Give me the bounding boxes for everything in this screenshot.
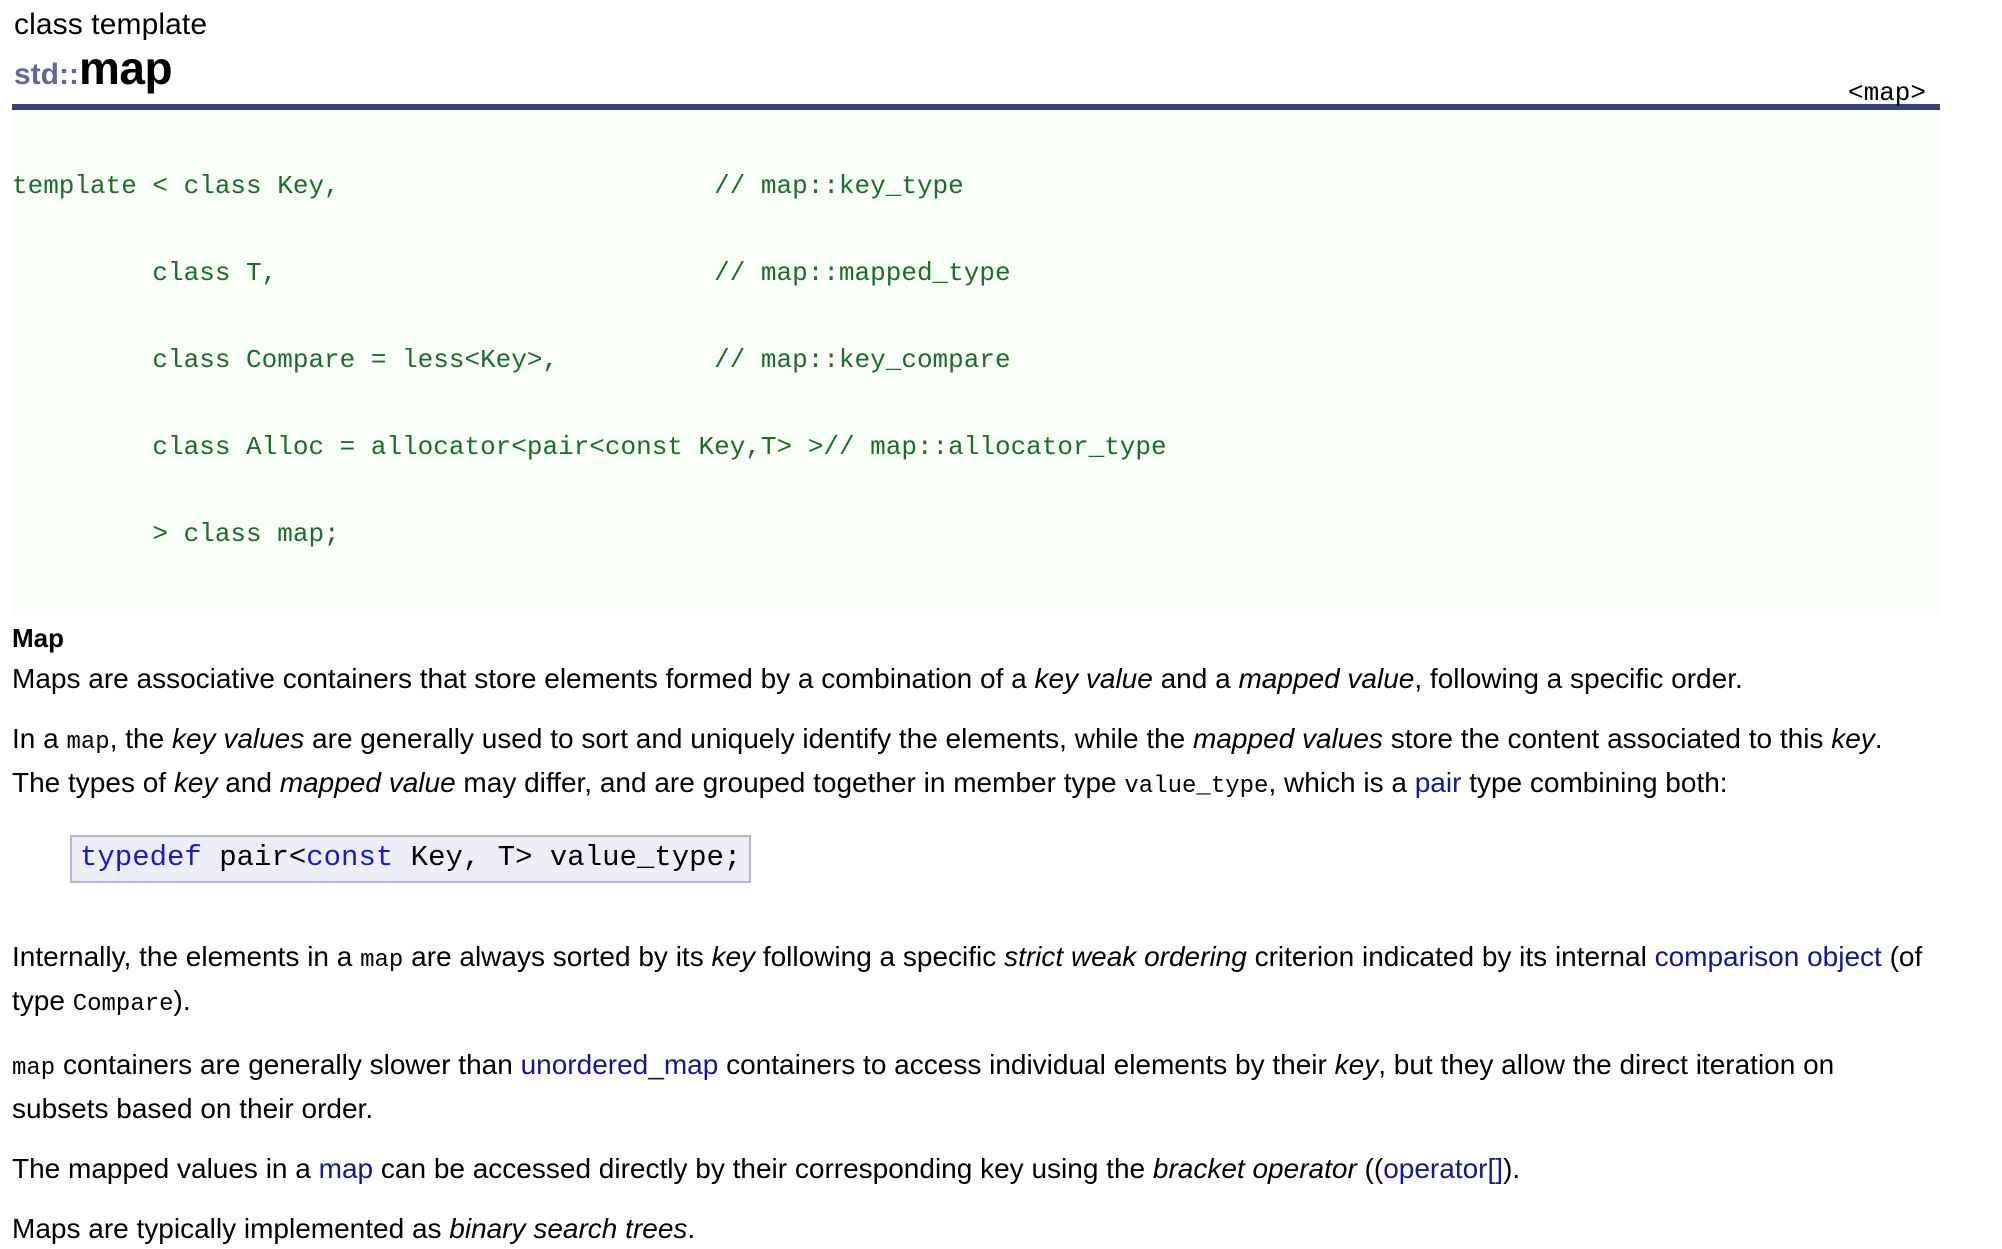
text-fragment: are generally used to sort and uniquely … [304,723,1194,754]
text-fragment: criterion indicated by its internal [1246,941,1655,972]
text-fragment: may differ, and are grouped together in … [455,767,1125,798]
text-fragment: The mapped values in a [12,1153,319,1184]
emphasis-key: key [711,941,756,972]
emphasis-key: key [173,767,218,798]
link-operator-subscript[interactable]: operator[] [1383,1153,1503,1184]
emphasis-mapped-value: mapped value [1238,663,1415,694]
text-fragment: Maps are typically implemented as [12,1213,450,1244]
prototype-line: > class map; [12,520,1940,549]
text-fragment: and a [1152,663,1239,694]
prototype-comment: // map::key_compare [714,345,1011,375]
text-fragment: and [217,767,280,798]
paragraph-bracket-operator: The mapped values in a map can be access… [12,1149,1938,1189]
inline-code-map: map [12,1055,56,1082]
text-fragment: ). [1503,1153,1521,1184]
paragraph-performance: map containers are generally slower than… [12,1045,1938,1129]
prototype-comment: // map::allocator_type [823,432,1167,462]
text-fragment: (( [1356,1153,1384,1184]
prototype-comment: // map::key_type [714,171,964,201]
prototype-comment: // map::mapped_type [714,258,1011,288]
page-header: class template std::map <map> [0,0,1954,108]
inline-code-map: map [66,729,110,756]
text-fragment: In a [12,723,67,754]
emphasis-key: key [1334,1049,1379,1080]
prototype-code: template < class Key, [12,171,340,201]
inline-code-value-type: value_type [1124,773,1269,800]
emphasis-binary-search-trees: binary search trees [449,1213,688,1244]
page-title: std::map <map> [14,42,1940,108]
prototype-code: > class map; [12,519,340,549]
typedef-snippet-container: typedef pair<const Key, T> value_type; [12,827,1940,937]
emphasis-key-values: key values [171,723,305,754]
text-fragment: Maps are associative containers that sto… [12,663,1035,694]
emphasis-mapped-values: mapped values [1193,723,1383,754]
paragraph-implementation: Maps are typically implemented as binary… [12,1209,1938,1249]
section-heading-map: Map [12,623,64,653]
prototype-code: class Compare = less<Key>, [12,345,559,375]
inline-code-compare: Compare [72,991,174,1018]
snippet-text: pair< [201,841,307,874]
template-prototype-block: template < class Key, // map::key_type cl… [12,110,1940,615]
paragraph-definition: Maps are associative containers that sto… [12,659,1938,699]
entity-kind-label: class template [14,8,208,41]
text-fragment: , which is a [1268,767,1415,798]
prototype-line: class Alloc = allocator<pair<const Key,T… [12,433,1940,462]
text-fragment: containers are generally slower than [55,1049,521,1080]
snippet-keyword-typedef: typedef [80,841,202,874]
emphasis-key: key [1831,723,1875,754]
prototype-line: class Compare = less<Key>, // map::key_co… [12,346,1940,375]
text-fragment: are always sorted by its [403,941,712,972]
prototype-line: template < class Key, // map::key_type [12,172,1940,201]
snippet-keyword-const: const [306,841,394,874]
prototype-code: class T, [12,258,278,288]
page-content: Map Maps are associative containers that… [0,623,1954,1249]
text-fragment: containers to access individual elements… [718,1049,1335,1080]
text-fragment: store the content associated to this [1382,723,1832,754]
text-fragment: Internally, the elements in a [12,941,361,972]
text-fragment: type combining both: [1461,767,1728,798]
include-header-label: <map> [1847,78,1926,108]
text-fragment: ). [173,985,191,1016]
inline-code-map: map [360,947,404,974]
typedef-code-snippet: typedef pair<const Key, T> value_type; [70,835,752,883]
reference-page: class template std::map <map> template <… [0,0,2002,1244]
link-comparison-object[interactable]: comparison object [1655,941,1882,972]
paragraph-internal-ordering: Internally, the elements in a map are al… [12,937,1938,1025]
namespace-prefix: std:: [14,58,79,91]
text-fragment: following a specific [755,941,1005,972]
snippet-text: Key, T> value_type; [393,841,742,874]
prototype-code: class Alloc = allocator<pair<const Key,T… [12,432,824,462]
emphasis-strict-weak-ordering: strict weak ordering [1004,941,1247,972]
link-unordered-map[interactable]: unordered_map [521,1049,719,1080]
text-fragment: , the [109,723,172,754]
prototype-line: class T, // map::mapped_type [12,259,1940,288]
title-text: std::map [14,42,173,106]
text-fragment: . [687,1213,696,1244]
emphasis-bracket-operator: bracket operator [1152,1153,1357,1184]
emphasis-key-value: key value [1034,663,1153,694]
text-fragment: can be accessed directly by their corres… [373,1153,1153,1184]
emphasis-mapped-value: mapped value [279,767,456,798]
link-pair[interactable]: pair [1415,767,1462,798]
text-fragment: , following a specific order. [1414,663,1743,694]
entity-name: map [78,42,173,94]
paragraph-key-values: In a map, the key values are generally u… [12,719,1938,807]
link-map[interactable]: map [319,1153,373,1184]
